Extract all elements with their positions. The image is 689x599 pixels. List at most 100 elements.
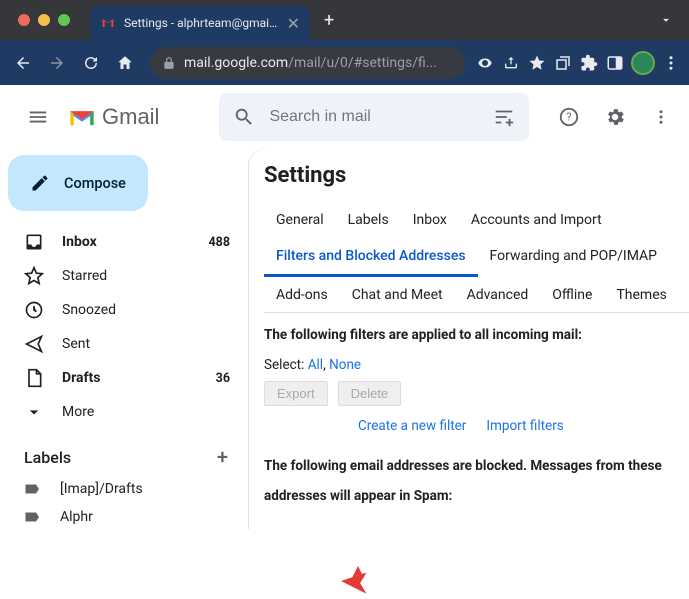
browser-toolbar: mail.google.com/mail/u/0/#settings/fi... — [0, 40, 689, 85]
sidebar-item-label: Starred — [62, 268, 107, 284]
inbox-icon — [24, 232, 44, 252]
drafts-count: 36 — [216, 371, 230, 386]
import-filters-link[interactable]: Import filters — [486, 418, 563, 434]
labels-heading-text: Labels — [24, 448, 71, 467]
svg-text:?: ? — [566, 111, 571, 124]
sidebar-item-label: Sent — [62, 336, 90, 352]
filter-links: Create a new filter Import filters — [264, 418, 689, 434]
minimize-window[interactable] — [38, 14, 50, 26]
sidebar-item-sent[interactable]: Sent — [0, 327, 248, 361]
sidebar-item-snoozed[interactable]: Snoozed — [0, 293, 248, 327]
chevron-down-icon — [24, 402, 44, 422]
tabs-dropdown-icon[interactable] — [659, 13, 673, 27]
close-window[interactable] — [18, 14, 30, 26]
delete-button[interactable]: Delete — [338, 381, 402, 406]
gmail-wordmark: Gmail — [102, 104, 159, 130]
sidebar-item-label: Snoozed — [62, 302, 116, 318]
sidebar-item-label: Drafts — [62, 370, 100, 386]
appbar-right: ? — [549, 97, 681, 137]
search-options-icon[interactable] — [493, 106, 515, 128]
label-tag-icon — [24, 510, 42, 524]
sidepanel-icon[interactable] — [605, 53, 625, 73]
settings-gear-button[interactable] — [595, 97, 635, 137]
labels-heading: Labels + — [0, 429, 248, 475]
filters-applied-text: The following filters are applied to all… — [264, 327, 689, 343]
reload-button[interactable] — [76, 48, 106, 78]
support-button[interactable]: ? — [549, 97, 589, 137]
select-label: Select: — [264, 357, 308, 373]
settings-tabs-row2: Filters and Blocked Addresses Forwarding… — [264, 238, 689, 277]
add-label-button[interactable]: + — [217, 445, 228, 469]
gmail-app-bar: Gmail ? — [0, 85, 689, 149]
sidebar-item-inbox[interactable]: Inbox 488 — [0, 225, 248, 259]
tab-addons[interactable]: Add-ons — [264, 277, 340, 313]
tab-general[interactable]: General — [264, 202, 336, 238]
sidebar-item-label: Inbox — [62, 234, 97, 250]
tab-chatmeet[interactable]: Chat and Meet — [340, 277, 455, 313]
label-item[interactable]: Alphr — [0, 503, 248, 531]
tab-advanced[interactable]: Advanced — [455, 277, 541, 313]
sidebar-item-drafts[interactable]: Drafts 36 — [0, 361, 248, 395]
search-input[interactable] — [269, 108, 479, 126]
label-item[interactable]: [Imap]/Drafts — [0, 475, 248, 503]
blocked-addresses-text: The following email addresses are blocke… — [264, 452, 689, 511]
bookmark-star-icon[interactable] — [527, 53, 547, 73]
file-icon — [24, 368, 44, 388]
tab-filters[interactable]: Filters and Blocked Addresses — [264, 238, 478, 277]
eye-extension-icon[interactable] — [475, 53, 495, 73]
tabs-icon[interactable] — [553, 53, 573, 73]
sidebar-item-label: More — [62, 404, 94, 420]
export-button[interactable]: Export — [264, 381, 328, 406]
annotation-arrow-icon — [340, 563, 376, 599]
window-controls — [8, 14, 78, 26]
tab-strip: Settings - alphrteam@gmail.co ✕ + — [0, 0, 689, 40]
select-all-link[interactable]: All — [308, 357, 323, 373]
search-icon[interactable] — [233, 106, 255, 128]
tab-inbox[interactable]: Inbox — [401, 202, 459, 238]
sidebar: Compose Inbox 488 Starred Snoozed Sent — [0, 149, 248, 529]
gmail-favicon-icon — [100, 15, 116, 31]
extension-icons — [475, 51, 681, 75]
compose-button[interactable]: Compose — [8, 155, 148, 211]
gmail-logo[interactable]: Gmail — [68, 104, 159, 130]
sidebar-item-starred[interactable]: Starred — [0, 259, 248, 293]
pencil-icon — [30, 173, 50, 193]
sidebar-item-more[interactable]: More — [0, 395, 248, 429]
body: Compose Inbox 488 Starred Snoozed Sent — [0, 149, 689, 529]
filters-section: The following filters are applied to all… — [264, 313, 689, 511]
browser-chrome: Settings - alphrteam@gmail.co ✕ + mail.g… — [0, 0, 689, 85]
label-text: [Imap]/Drafts — [60, 481, 143, 497]
maximize-window[interactable] — [58, 14, 70, 26]
tab-forwarding[interactable]: Forwarding and POP/IMAP — [478, 238, 669, 277]
home-button[interactable] — [110, 48, 140, 78]
page-title: Settings — [264, 163, 689, 188]
tab-accounts[interactable]: Accounts and Import — [459, 202, 614, 238]
forward-button[interactable] — [42, 48, 72, 78]
tab-themes[interactable]: Themes — [604, 277, 678, 313]
new-tab-button[interactable]: + — [310, 10, 348, 31]
tab-title: Settings - alphrteam@gmail.co — [124, 16, 279, 30]
filter-action-buttons: Export Delete — [264, 381, 689, 406]
compose-label: Compose — [64, 175, 126, 192]
back-button[interactable] — [8, 48, 38, 78]
clock-icon — [24, 300, 44, 320]
browser-tab[interactable]: Settings - alphrteam@gmail.co ✕ — [90, 6, 310, 40]
extensions-puzzle-icon[interactable] — [579, 53, 599, 73]
close-tab-icon[interactable]: ✕ — [287, 14, 300, 33]
inbox-count: 488 — [208, 235, 230, 250]
label-tag-icon — [24, 482, 42, 496]
settings-panel: Settings General Labels Inbox Accounts a… — [248, 149, 689, 529]
chrome-menu-icon[interactable] — [661, 53, 681, 73]
select-none-link[interactable]: None — [329, 357, 361, 373]
create-filter-link[interactable]: Create a new filter — [358, 418, 466, 434]
address-bar[interactable]: mail.google.com/mail/u/0/#settings/fi... — [150, 47, 465, 79]
share-icon[interactable] — [501, 53, 521, 73]
main-menu-button[interactable] — [16, 95, 60, 139]
profile-avatar[interactable] — [631, 51, 655, 75]
nav-list: Inbox 488 Starred Snoozed Sent Drafts 36 — [0, 225, 248, 429]
tab-offline[interactable]: Offline — [540, 277, 604, 313]
search-box[interactable] — [219, 93, 529, 141]
tab-labels[interactable]: Labels — [336, 202, 401, 238]
more-vert-icon[interactable] — [641, 97, 681, 137]
settings-tabs-row1: General Labels Inbox Accounts and Import — [264, 202, 689, 238]
